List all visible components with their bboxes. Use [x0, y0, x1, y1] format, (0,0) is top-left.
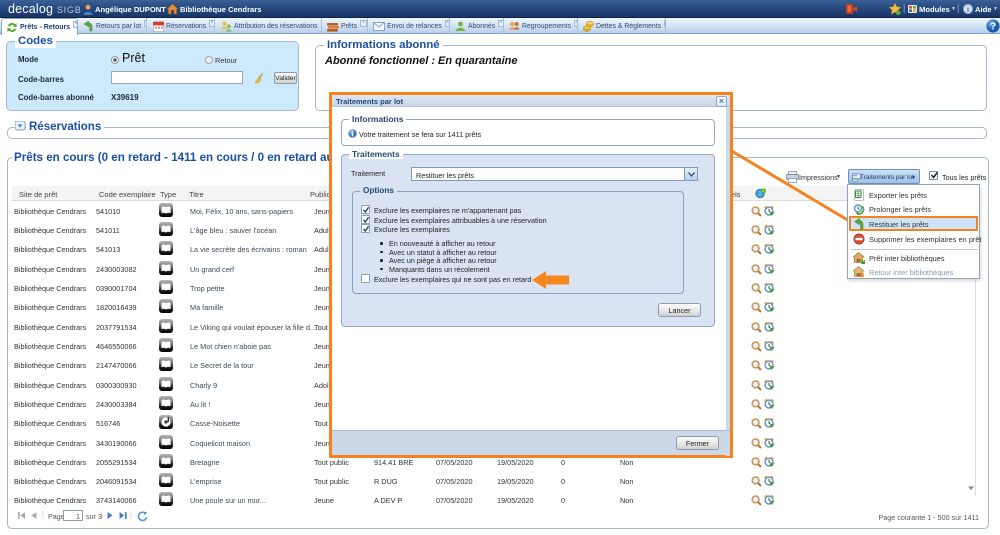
svg-text:?: ?	[990, 21, 996, 32]
svg-text:i: i	[967, 7, 969, 14]
